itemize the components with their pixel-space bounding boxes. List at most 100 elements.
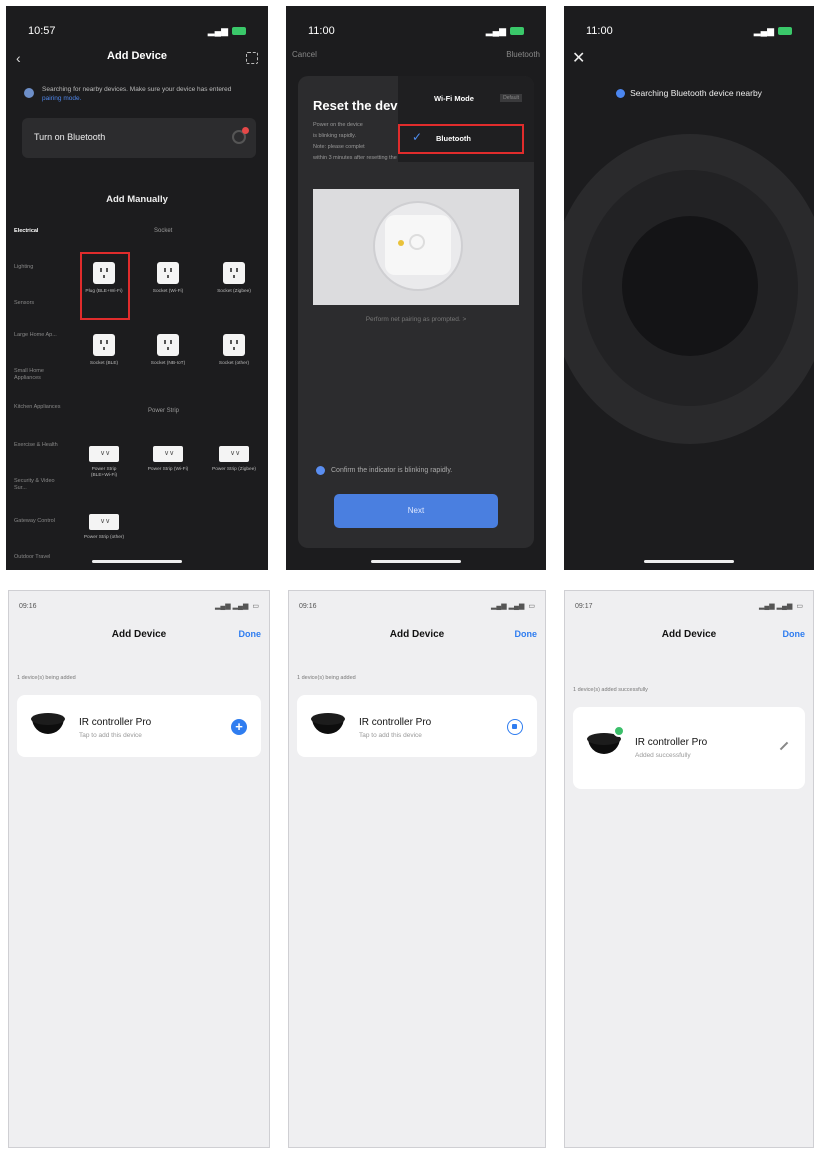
device-name: IR controller Pro [359,717,432,728]
signal-icon: ▂▄▆ ▂▄▆ [758,603,793,610]
status-bar: 11:00 ▂▄▆ [564,24,814,38]
reset-sheet: Reset the devi Power on the device is bl… [298,76,534,548]
done-button[interactable]: Done [783,629,806,639]
device-count: 1 device(s) being added [297,675,356,681]
panel-add-device-manual: 10:57 ▂▄▆ ‹ Add Device Searching for nea… [6,6,268,570]
bluetooth-off-icon [232,127,249,144]
device-tile[interactable]: Socket (Wi-Fi) [146,262,190,295]
sidebar-item-gateway[interactable]: Gateway Control [14,518,68,525]
mode-switch[interactable]: Bluetooth [506,50,540,59]
sidebar-item-small-home[interactable]: Small Home Appliances [14,368,68,382]
battery-icon: ▭ [528,603,535,610]
status-bar: 09:17 ▂▄▆ ▂▄▆ ▭ [565,599,813,613]
signal-icon: ▂▄▆ [753,25,774,36]
searching-status: Searching Bluetooth device nearby [564,88,814,99]
device-tile[interactable]: Power Strip (Zigbee) [212,446,256,473]
home-indicator [92,560,182,563]
indicator-light [398,240,404,246]
page-title: Add Device [389,629,445,640]
menu-item-wifi-mode[interactable]: Wi-Fi Mode [434,94,474,103]
sidebar-item-large-home[interactable]: Large Home Ap... [14,332,68,339]
device-tile[interactable]: Power Strip (BLE+Wi-Fi) [82,446,126,479]
device-tile[interactable]: Power Strip (Wi-Fi) [146,446,190,473]
stop-icon[interactable] [507,719,523,735]
power-strip-icon [89,514,119,530]
sidebar-item-electrical[interactable]: Electrical [14,228,68,235]
device-label: Socket (BLE) [89,361,119,366]
device-tile[interactable]: Socket (NB-IoT) [146,334,190,367]
status-bar: 10:57 ▂▄▆ [6,24,268,38]
device-card[interactable]: IR controller Pro Tap to add this device [297,695,537,757]
nav-bar: Cancel Bluetooth [286,50,546,64]
power-strip-icon [89,446,119,462]
ir-controller-image [31,713,65,737]
confirm-label: Confirm the indicator is blinking rapidl… [331,467,453,474]
socket-icon [223,334,245,356]
close-icon[interactable]: ✕ [572,48,585,68]
panel-device-adding: 09:16 ▂▄▆ ▂▄▆ ▭ Add Device Done 1 device(… [288,590,546,1148]
scan-icon[interactable] [246,52,258,64]
status-time: 09:17 [575,602,593,610]
cancel-button[interactable]: Cancel [292,50,317,59]
device-tile[interactable]: Socket (Zigbee) [212,262,256,295]
battery-icon [778,27,792,35]
device-tile[interactable]: Socket (other) [212,334,256,367]
panel-device-found: 09:16 ▂▄▆ ▂▄▆ ▭ Add Device Done 1 device(… [8,590,270,1148]
sidebar-item-exercise[interactable]: Exercise & Health [14,442,68,449]
edit-icon[interactable] [779,741,789,751]
status-time: 10:57 [28,25,56,37]
searching-icon [24,88,34,98]
search-banner: Searching for nearby devices. Make sure … [24,86,252,104]
section-power-strip: Power Strip [148,408,180,414]
next-button[interactable]: Next [334,494,498,528]
success-check-icon [613,725,625,737]
device-label: Socket (Zigbee) [217,289,251,294]
status-time: 09:16 [299,602,317,610]
section-socket: Socket [154,228,173,234]
sidebar-item-lighting[interactable]: Lighting [14,264,68,271]
add-icon[interactable]: + [231,719,247,735]
reset-button-illustration [409,234,425,250]
device-count: 1 device(s) being added [17,675,76,681]
device-name: IR controller Pro [79,717,152,728]
done-button[interactable]: Done [515,629,538,639]
status-icons: ▂▄▆ [486,26,524,37]
device-label: Power Strip (other) [83,535,125,540]
status-bar: 11:00 ▂▄▆ [286,24,546,38]
menu-item-bluetooth[interactable]: ✓ Bluetooth [398,124,524,154]
battery-icon: ▭ [796,603,803,610]
status-icons: ▂▄▆ [754,26,792,37]
socket-icon [93,334,115,356]
done-button[interactable]: Done [239,629,262,639]
home-indicator [644,560,734,563]
mode-dropdown: Wi-Fi Mode Default ✓ Bluetooth [398,76,534,162]
sidebar-item-security[interactable]: Security & Video Sur... [14,478,68,492]
device-name: IR controller Pro [635,737,708,748]
sidebar-item-sensors[interactable]: Sensors [14,300,68,307]
add-manually-heading: Add Manually [106,194,168,205]
socket-icon [157,334,179,356]
confirm-checkbox[interactable]: Confirm the indicator is blinking rapidl… [316,466,524,475]
highlight-box [80,252,130,320]
status-bar: 09:16 ▂▄▆ ▂▄▆ ▭ [9,599,269,613]
device-tile[interactable]: Socket (BLE) [82,334,126,367]
sidebar-item-outdoor[interactable]: Outdoor Travel [14,554,68,561]
device-card[interactable]: IR controller Pro Tap to add this device… [17,695,261,757]
signal-icon: ▂▄▆ ▂▄▆ [214,603,249,610]
socket-icon [157,262,179,284]
device-card[interactable]: IR controller Pro Added successfully [573,707,805,789]
status-time: 09:16 [19,602,37,610]
sidebar-item-kitchen[interactable]: Kitchen Appliances [14,404,68,411]
page-title: Add Device [661,629,717,640]
perform-pairing-link[interactable]: Perform net pairing as prompted. > [298,316,534,323]
reset-heading: Reset the devi [313,98,402,113]
panel-bluetooth-search: 11:00 ▂▄▆ ✕ Searching Bluetooth device n… [564,6,814,570]
status-icons: ▂▄▆ ▂▄▆ ▭ [491,602,535,610]
radio-icon [316,466,325,475]
page-title: Add Device [107,50,167,62]
device-tile[interactable]: Power Strip (other) [82,514,126,541]
signal-icon: ▂▄▆ [207,25,228,36]
pairing-mode-link[interactable]: pairing mode. [42,95,81,102]
home-indicator [371,560,461,563]
bluetooth-prompt[interactable]: Turn on Bluetooth [22,118,256,158]
